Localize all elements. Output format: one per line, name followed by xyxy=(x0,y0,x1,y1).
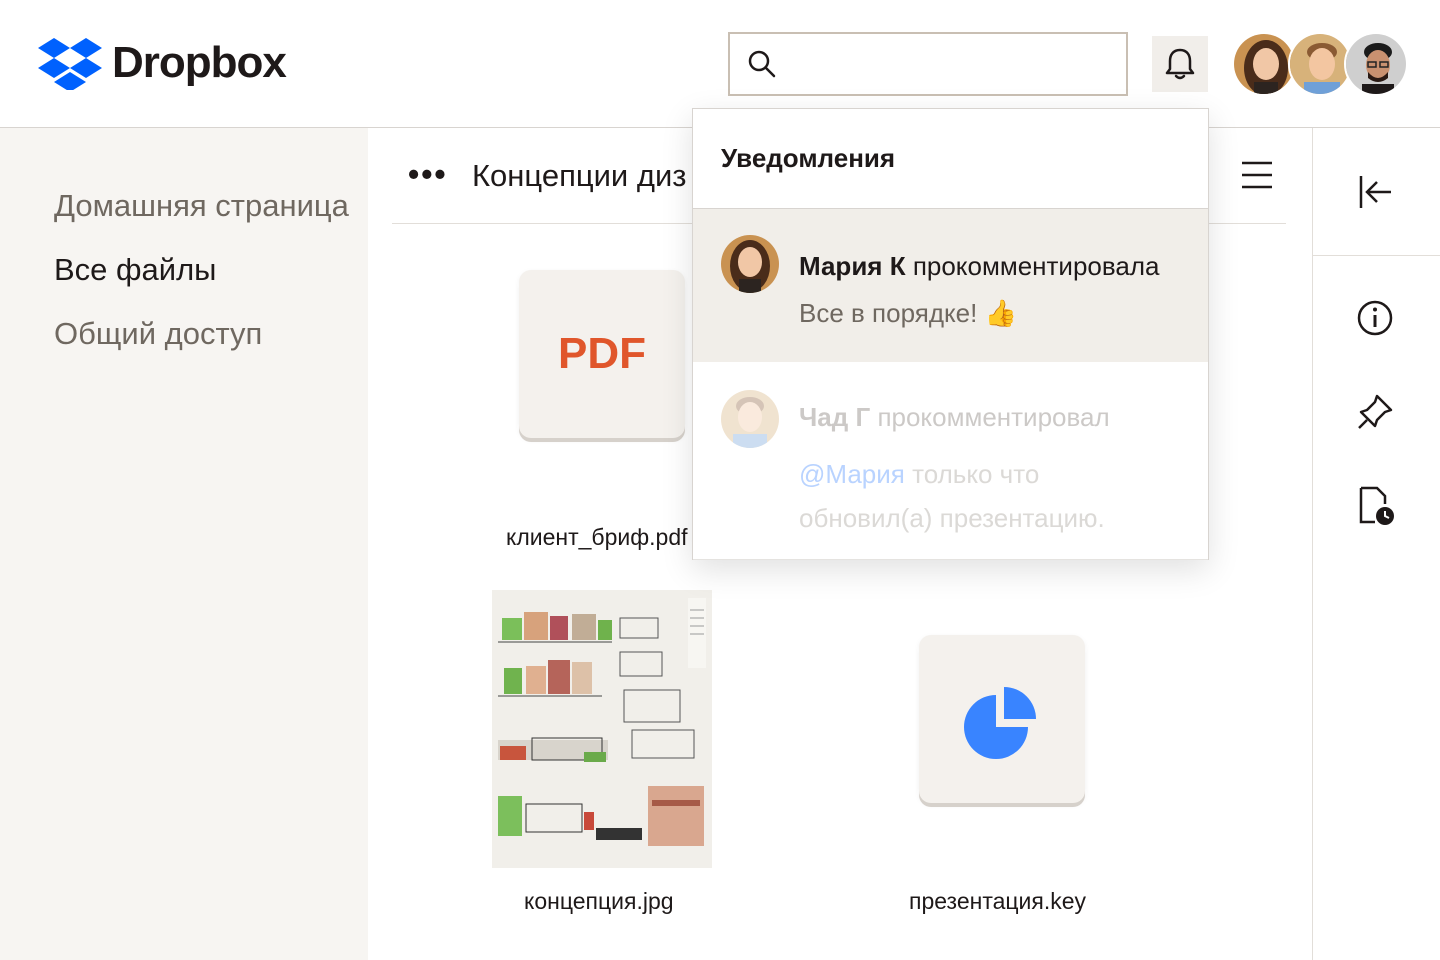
file-name[interactable]: клиент_бриф.pdf xyxy=(506,524,688,551)
popup-title: Уведомления xyxy=(721,143,896,173)
list-view-icon[interactable] xyxy=(1240,158,1274,197)
pdf-icon: PDF xyxy=(558,329,646,378)
sidebar: Домашняя страница Все файлы Общий доступ xyxy=(0,128,368,960)
notification-author: Мария К xyxy=(799,251,906,281)
sidebar-item-home[interactable]: Домашняя страница xyxy=(54,188,349,224)
info-icon[interactable] xyxy=(1355,298,1395,343)
notification-item[interactable]: Мария К прокомментировала Все в порядке!… xyxy=(693,209,1208,362)
avatar[interactable] xyxy=(1232,32,1296,96)
sidebar-item-all-files[interactable]: Все файлы xyxy=(54,252,216,288)
mention-link[interactable]: @Мария xyxy=(799,459,905,489)
avatar xyxy=(721,235,779,293)
avatar[interactable] xyxy=(1344,32,1408,96)
dropbox-logo[interactable]: Dropbox xyxy=(38,36,287,90)
notification-item[interactable]: Чад Г прокомментировал @Мария только что… xyxy=(693,362,1208,560)
more-options-button[interactable]: ••• xyxy=(408,158,448,190)
notification-heading: Мария К прокомментировала xyxy=(799,251,1159,282)
file-tile-pdf[interactable]: PDF xyxy=(519,270,685,438)
collaborator-avatars[interactable] xyxy=(1232,32,1408,96)
notification-heading: Чад Г прокомментировал xyxy=(799,402,1110,433)
folder-title[interactable]: Концепции диз xyxy=(472,158,686,194)
rail-header xyxy=(1313,128,1440,256)
notification-action: прокомментировала xyxy=(912,251,1160,281)
file-tile-keynote[interactable] xyxy=(919,635,1085,803)
notification-action: прокомментировал xyxy=(877,402,1110,432)
notification-author: Чад Г xyxy=(799,402,871,432)
architecture-sketch-image xyxy=(492,590,712,868)
sidebar-item-shared[interactable]: Общий доступ xyxy=(54,316,262,352)
notification-text: Все в порядке! 👍 xyxy=(799,298,1017,328)
avatar xyxy=(721,390,779,448)
file-name[interactable]: презентация.key xyxy=(909,888,1086,915)
pdf-thumbnail[interactable]: PDF xyxy=(519,270,685,438)
avatar[interactable] xyxy=(1288,32,1352,96)
bell-icon xyxy=(1165,48,1195,80)
right-rail xyxy=(1312,128,1440,960)
notification-text: @Мария только что обновил(а) презентацию… xyxy=(799,452,1179,540)
file-activity-icon[interactable] xyxy=(1355,484,1395,533)
search-bar[interactable] xyxy=(728,32,1128,96)
notifications-popup: Уведомления Мария К прокомментировала Вс… xyxy=(692,108,1209,560)
search-icon xyxy=(746,48,778,85)
search-input[interactable] xyxy=(790,42,1110,86)
pin-icon[interactable] xyxy=(1355,392,1395,437)
presentation-thumbnail[interactable] xyxy=(919,635,1085,803)
dropbox-logo-icon xyxy=(38,38,102,90)
file-name[interactable]: концепция.jpg xyxy=(524,888,674,915)
collapse-panel-icon[interactable] xyxy=(1355,172,1395,217)
notifications-button[interactable] xyxy=(1152,36,1208,92)
concept-thumbnail[interactable] xyxy=(492,590,712,868)
brand-name: Dropbox xyxy=(112,38,287,87)
pie-chart-icon xyxy=(964,687,1036,759)
